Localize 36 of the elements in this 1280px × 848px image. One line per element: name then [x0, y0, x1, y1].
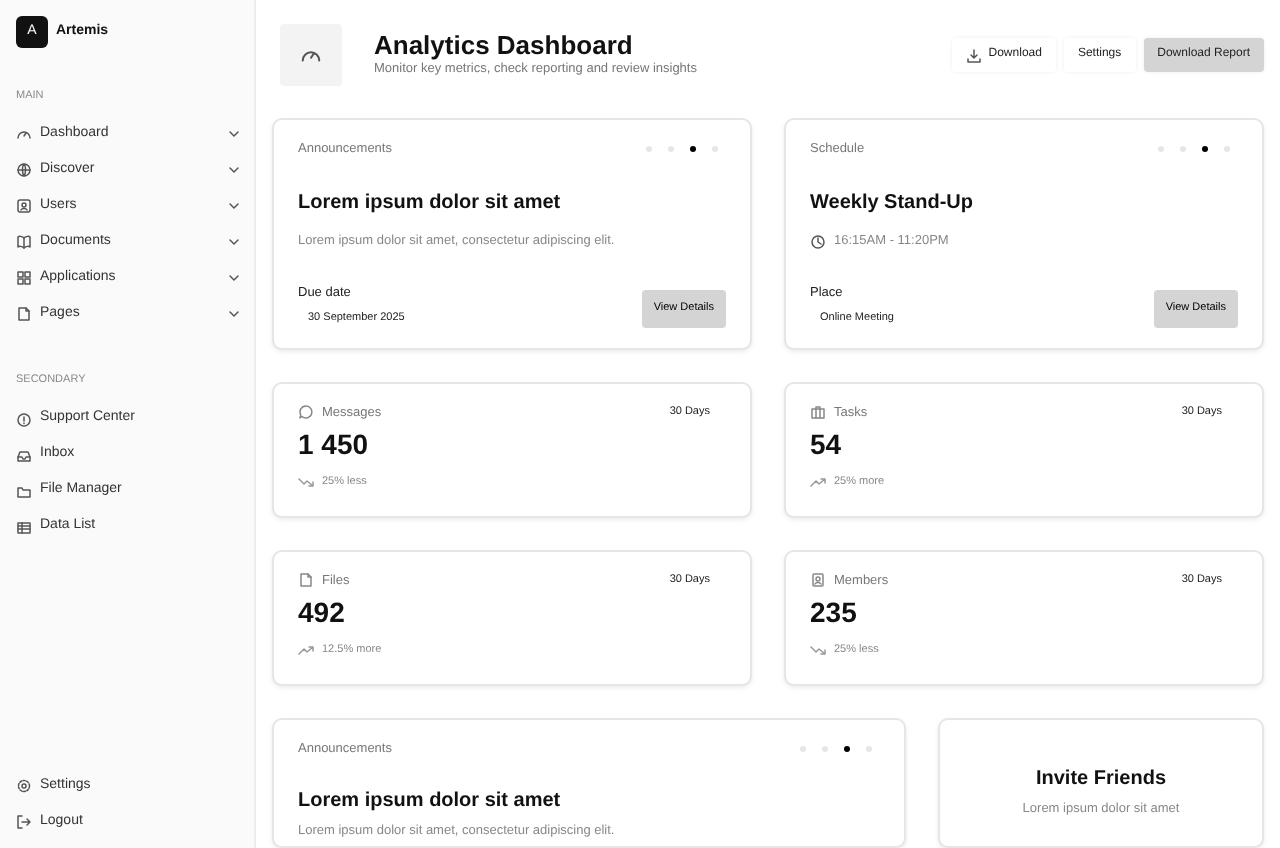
list-icon	[16, 519, 32, 535]
folder-icon	[16, 483, 32, 499]
carousel-dot[interactable]	[844, 745, 850, 752]
page-title: Analytics Dashboard	[374, 29, 635, 61]
card-title: Lorem ipsum dolor sit amet	[298, 191, 563, 216]
globe-icon	[16, 162, 32, 179]
carousel-dot[interactable]	[690, 146, 696, 153]
id-badge-icon	[810, 572, 826, 589]
stat-value: 492	[298, 598, 347, 627]
chevron-down-icon	[226, 126, 242, 143]
inbox-icon	[16, 447, 32, 463]
clock-icon	[810, 233, 826, 250]
chevron-down-icon	[226, 162, 242, 179]
stat-value: 54	[810, 430, 844, 459]
users-icon	[16, 198, 32, 215]
chevron-down-icon	[226, 306, 242, 323]
stat-value: 1 450	[298, 430, 371, 459]
chevron-down-icon	[226, 198, 242, 215]
help-icon	[16, 411, 32, 427]
briefcase-icon	[810, 404, 826, 421]
invite-title: Invite Friends	[1033, 767, 1168, 791]
chevron-down-icon	[226, 234, 242, 251]
gauge-icon	[16, 126, 32, 143]
logout-icon	[16, 814, 32, 830]
book-icon	[16, 234, 32, 251]
apps-icon	[16, 270, 32, 287]
card-title: Weekly Stand-Up	[810, 191, 975, 216]
download-icon	[966, 47, 983, 63]
file-icon	[16, 306, 32, 323]
carousel-dot[interactable]	[1202, 146, 1208, 153]
chat-icon	[298, 404, 314, 421]
stat-value: 235	[810, 598, 859, 627]
card-title: Lorem ipsum dolor sit amet	[298, 790, 563, 815]
chevron-down-icon	[226, 270, 242, 287]
file-icon	[298, 572, 314, 589]
settings-icon	[16, 778, 32, 794]
